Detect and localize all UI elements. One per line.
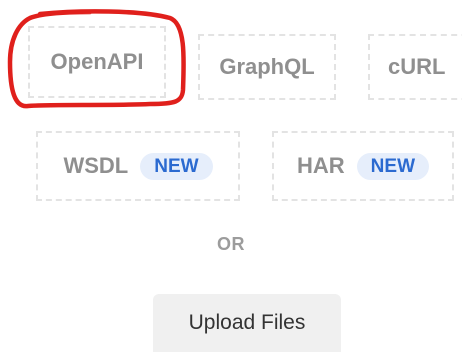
new-badge: NEW [356,152,429,180]
import-har-tile[interactable]: HAR NEW [272,131,454,201]
import-wsdl-tile[interactable]: WSDL NEW [36,131,240,201]
new-badge: NEW [140,152,213,180]
or-divider: OR [217,234,245,254]
import-openapi-tile[interactable]: OpenAPI [28,26,166,98]
wsdl-label: WSDL [63,153,129,178]
graphql-label: GraphQL [219,54,315,79]
upload-files-button[interactable]: Upload Files [153,294,341,352]
curl-label: cURL [388,54,446,79]
har-label: HAR [297,153,345,178]
openapi-label: OpenAPI [50,49,144,74]
import-curl-tile[interactable]: cURL [368,34,462,100]
import-graphql-tile[interactable]: GraphQL [198,34,336,100]
